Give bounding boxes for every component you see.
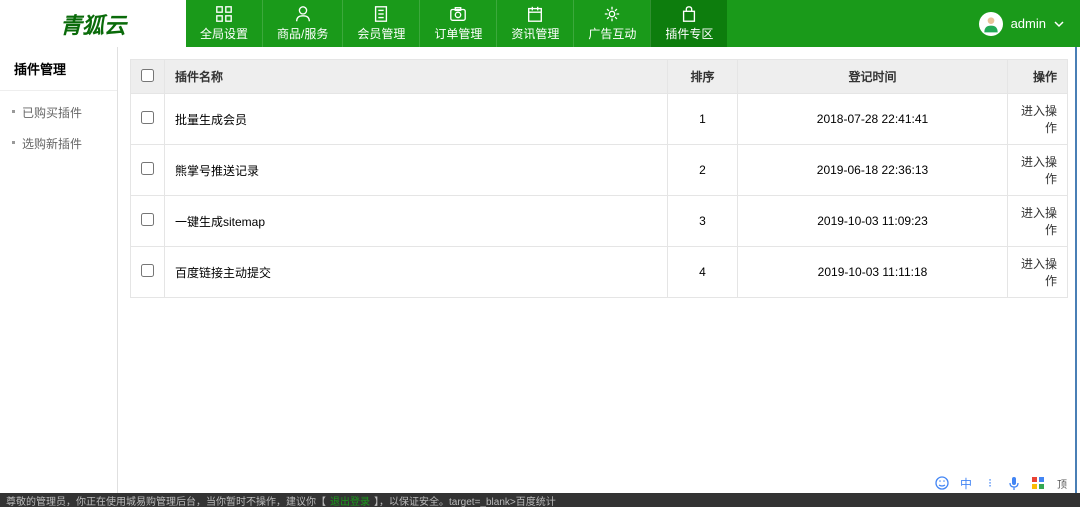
header-action: 操作 — [1008, 60, 1068, 94]
row-checkbox[interactable] — [141, 264, 154, 277]
cell-name: 批量生成会员 — [165, 94, 668, 145]
camera-icon — [449, 5, 467, 23]
cell-time: 2019-10-03 11:11:18 — [738, 247, 1008, 298]
nav-item-6[interactable]: 插件专区 — [650, 0, 727, 47]
action-link[interactable]: 进入操作 — [1021, 104, 1057, 135]
cell-sort: 1 — [668, 94, 738, 145]
row-checkbox[interactable] — [141, 162, 154, 175]
nav-label: 资讯管理 — [511, 25, 559, 42]
table-row: 熊掌号推送记录22019-06-18 22:36:13 进入操作 — [131, 145, 1068, 196]
cell-name: 百度链接主动提交 — [165, 247, 668, 298]
footer-prefix: 尊敬的管理员，你正在使用城易购管理后台，当你暂时不操作，建议你【 — [6, 493, 326, 507]
table-row: 一键生成sitemap32019-10-03 11:09:23 进入操作 — [131, 196, 1068, 247]
document-icon — [372, 5, 390, 23]
dots-icon[interactable]: ⁝ — [982, 475, 998, 491]
cell-sort: 2 — [668, 145, 738, 196]
sidebar-list: 已购买插件选购新插件 — [0, 91, 117, 165]
nav-label: 商品/服务 — [277, 25, 328, 42]
sidebar-item-0[interactable]: 已购买插件 — [0, 97, 117, 128]
nav-label: 插件专区 — [665, 25, 713, 42]
nav-item-1[interactable]: 商品/服务 — [262, 0, 342, 47]
gear-icon — [603, 5, 621, 23]
cell-time: 2019-06-18 22:36:13 — [738, 145, 1008, 196]
cell-sort: 3 — [668, 196, 738, 247]
table-row: 批量生成会员12018-07-28 22:41:41 进入操作 — [131, 94, 1068, 145]
cell-time: 2019-10-03 11:09:23 — [738, 196, 1008, 247]
avatar — [979, 12, 1003, 36]
footer-suffix: 】，以保证安全。target=_blank>百度统计 — [374, 493, 556, 507]
user-area[interactable]: admin — [979, 0, 1080, 47]
nav-label: 广告互动 — [588, 25, 636, 42]
nav-item-4[interactable]: 资讯管理 — [496, 0, 573, 47]
nav-label: 订单管理 — [434, 25, 482, 42]
page-icon: 顶 — [1054, 475, 1070, 491]
header-sort: 排序 — [668, 60, 738, 94]
header-time: 登记时间 — [738, 60, 1008, 94]
header-name: 插件名称 — [165, 60, 668, 94]
plugins-table: 插件名称 排序 登记时间 操作 批量生成会员12018-07-28 22:41:… — [130, 59, 1068, 298]
bottom-icons: 中 ⁝ 顶 — [930, 473, 1074, 493]
sidebar-title: 插件管理 — [0, 47, 117, 91]
nav-item-2[interactable]: 会员管理 — [342, 0, 419, 47]
cell-name: 一键生成sitemap — [165, 196, 668, 247]
username: admin — [1011, 16, 1046, 31]
cell-sort: 4 — [668, 247, 738, 298]
content: 插件名称 排序 登记时间 操作 批量生成会员12018-07-28 22:41:… — [118, 47, 1080, 493]
grid-icon — [215, 5, 233, 23]
calendar-icon — [526, 5, 544, 23]
action-link[interactable]: 进入操作 — [1021, 206, 1057, 237]
lang-icon[interactable]: 中 — [958, 475, 974, 491]
table-body: 批量生成会员12018-07-28 22:41:41进入操作熊掌号推送记录220… — [131, 94, 1068, 298]
row-checkbox[interactable] — [141, 213, 154, 226]
action-link[interactable]: 进入操作 — [1021, 257, 1057, 288]
chevron-down-icon — [1054, 19, 1064, 29]
cell-name: 熊掌号推送记录 — [165, 145, 668, 196]
nav-label: 会员管理 — [357, 25, 405, 42]
nav-item-5[interactable]: 广告互动 — [573, 0, 650, 47]
bag-icon — [680, 5, 698, 23]
logo: 青狐云 — [0, 0, 186, 47]
grid-icon[interactable] — [1030, 475, 1046, 491]
select-all-checkbox[interactable] — [141, 69, 154, 82]
smile-icon[interactable] — [934, 475, 950, 491]
nav-item-3[interactable]: 订单管理 — [419, 0, 496, 47]
footer: 尊敬的管理员，你正在使用城易购管理后台，当你暂时不操作，建议你【 退出登录 】，… — [0, 493, 1080, 507]
action-link[interactable]: 进入操作 — [1021, 155, 1057, 186]
mic-icon[interactable] — [1006, 475, 1022, 491]
nav-item-0[interactable]: 全局设置 — [186, 0, 262, 47]
user-icon — [294, 5, 312, 23]
cell-time: 2018-07-28 22:41:41 — [738, 94, 1008, 145]
footer-link[interactable]: 退出登录 — [330, 493, 370, 507]
sidebar-item-1[interactable]: 选购新插件 — [0, 128, 117, 159]
table-row: 百度链接主动提交42019-10-03 11:11:18 进入操作 — [131, 247, 1068, 298]
sidebar: 插件管理 已购买插件选购新插件 — [0, 47, 118, 493]
top-nav: 全局设置 商品/服务 会员管理 订单管理 资讯管理 广告互动 插件专区 — [186, 0, 979, 47]
header-check — [131, 60, 165, 94]
row-checkbox[interactable] — [141, 111, 154, 124]
nav-label: 全局设置 — [200, 25, 248, 42]
